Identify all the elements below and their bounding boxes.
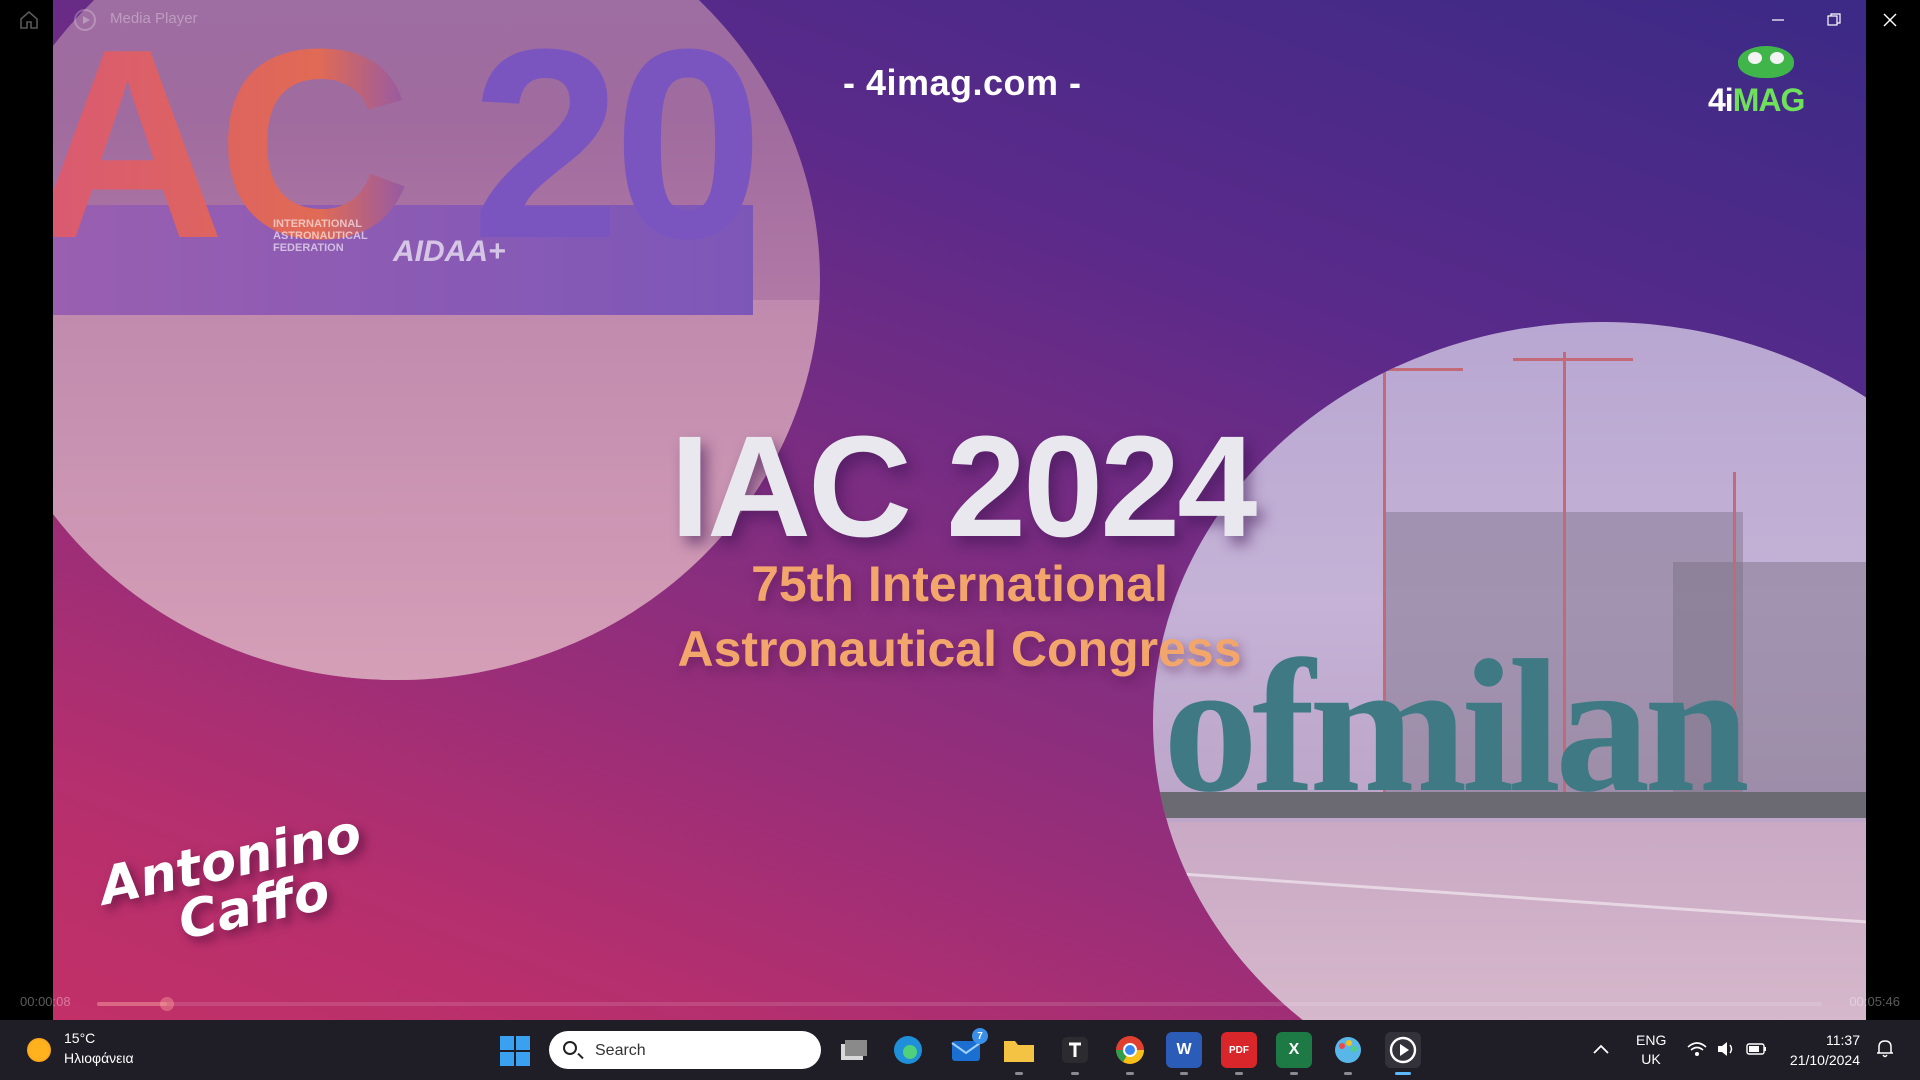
4imag-logo: 4iMAG [1708, 46, 1818, 118]
logo-suffix: MAG [1732, 82, 1806, 118]
seek-bar[interactable] [97, 997, 1822, 1011]
taskbar-pdf[interactable]: PDF [1221, 1032, 1257, 1075]
video-frame[interactable]: IAC 20 INTERNATIONAL ASTRONAUTICAL FEDER… [53, 0, 1866, 1020]
home-icon[interactable] [18, 9, 40, 31]
subtitle-line-2: Astronautical Congress [677, 621, 1242, 677]
crane-arm [1283, 368, 1463, 371]
crane-arm [1513, 358, 1633, 361]
title-bar: Media Player [0, 0, 1920, 40]
keyboard-region: UK [1641, 1051, 1661, 1067]
windows-logo-icon [500, 1036, 514, 1050]
taskbar-paint[interactable] [1330, 1032, 1366, 1075]
sun-icon[interactable] [27, 1038, 51, 1062]
clock-time: 11:37 [1826, 1032, 1860, 1048]
edge-icon [894, 1036, 922, 1064]
weather-description[interactable]: Ηλιοφάνεια [64, 1050, 134, 1066]
media-player-icon [1389, 1036, 1417, 1064]
start-button[interactable] [500, 1036, 530, 1066]
search-input[interactable] [593, 1031, 807, 1071]
taskbar-edge[interactable] [890, 1032, 926, 1068]
close-icon [1883, 13, 1897, 27]
chevron-up-icon[interactable] [1592, 1042, 1610, 1056]
taskbar-media-player[interactable] [1385, 1032, 1421, 1075]
pdf-icon: PDF [1229, 1044, 1249, 1056]
playback-bar: 00:00:08 00:05:46 [0, 982, 1920, 1020]
search-box[interactable] [549, 1031, 821, 1071]
chrome-icon [1116, 1036, 1144, 1064]
system-clock[interactable]: 11:37 21/10/2024 [1786, 1030, 1860, 1070]
taskbar-mail[interactable]: 7 [948, 1028, 988, 1068]
aidaa-label: AIDAA+ [393, 235, 506, 268]
minimize-button[interactable] [1750, 0, 1806, 40]
total-duration: 00:05:46 [1849, 994, 1900, 1009]
elapsed-time: 00:00:08 [20, 994, 71, 1009]
mail-badge: 7 [972, 1028, 988, 1044]
taskbar-file-explorer[interactable] [1001, 1032, 1037, 1075]
language-code: ENG [1636, 1032, 1667, 1048]
taskbar-app-dark[interactable] [1057, 1032, 1093, 1075]
paint-icon [1335, 1037, 1361, 1063]
minimize-icon [1772, 19, 1784, 21]
volume-icon[interactable] [1716, 1040, 1738, 1058]
site-label: - 4imag.com - [843, 62, 1082, 103]
app-icon [1062, 1037, 1088, 1063]
close-button[interactable] [1862, 0, 1918, 40]
subtitle-line-1: 75th International [751, 556, 1168, 612]
notification-bell-icon[interactable] [1876, 1038, 1894, 1058]
main-title: IAC 2024 [670, 406, 1257, 567]
iaf-label: INTERNATIONAL ASTRONAUTICAL FEDERATION [273, 218, 368, 254]
word-icon: W [1176, 1041, 1192, 1058]
seek-handle[interactable] [159, 997, 174, 1011]
restore-icon [1827, 13, 1841, 26]
window-title: Media Player [110, 10, 198, 27]
task-view-icon [841, 1040, 867, 1060]
signature: Antonino Caffo [94, 804, 377, 967]
seek-progress [97, 1002, 167, 1006]
weather-temperature[interactable]: 15°C [64, 1030, 95, 1046]
taskbar-chrome[interactable] [1112, 1032, 1148, 1075]
taskbar-excel[interactable]: X [1276, 1032, 1312, 1075]
restore-button[interactable] [1806, 0, 1862, 40]
media-player-app-icon [74, 9, 96, 31]
wifi-icon[interactable] [1686, 1040, 1708, 1058]
frog-icon [1738, 46, 1794, 78]
logo-prefix: 4i [1708, 82, 1734, 118]
clock-date: 21/10/2024 [1789, 1052, 1860, 1068]
search-icon [563, 1041, 577, 1055]
taskbar-word[interactable]: W [1166, 1032, 1202, 1075]
language-indicator[interactable]: ENG UK [1636, 1031, 1666, 1069]
task-view-button[interactable] [836, 1032, 872, 1068]
battery-icon[interactable] [1746, 1041, 1768, 1057]
folder-icon [1004, 1041, 1034, 1062]
excel-icon: X [1288, 1041, 1300, 1058]
